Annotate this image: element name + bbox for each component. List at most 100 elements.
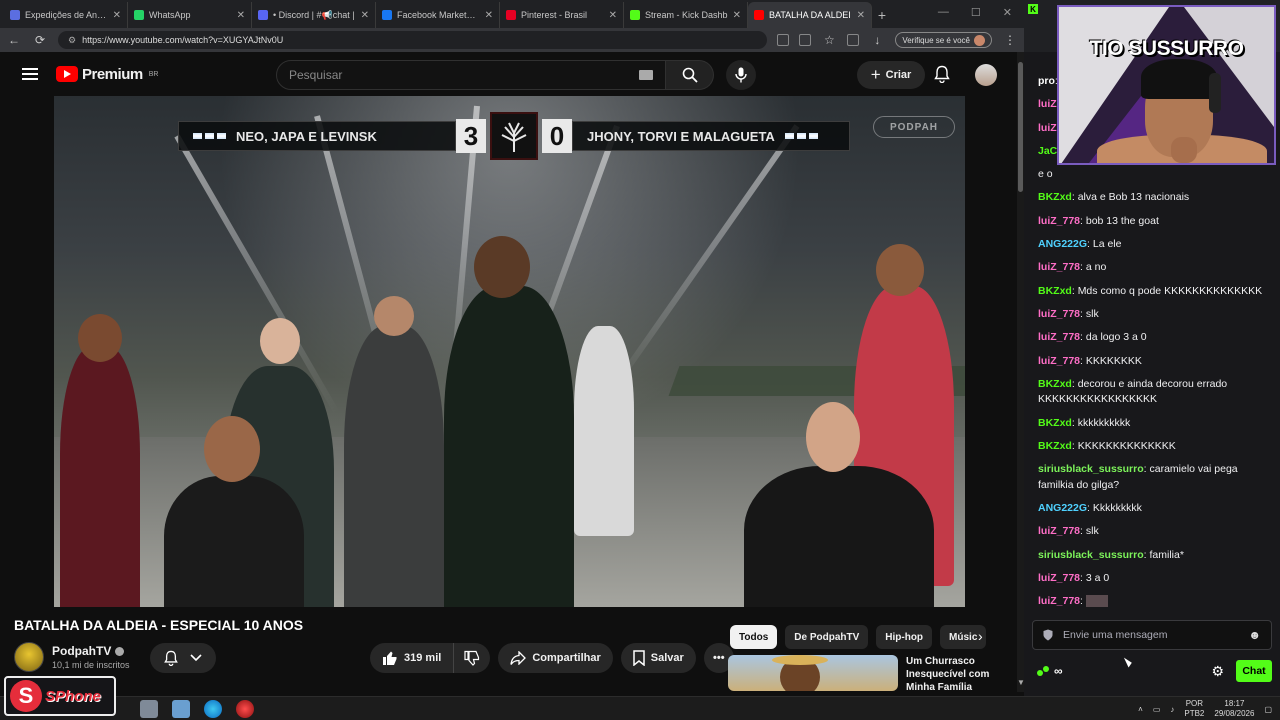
chat-username[interactable]: BKZxd — [1038, 378, 1072, 390]
taskbar-app-icon[interactable] — [236, 700, 254, 718]
browser-tab[interactable]: Facebook Marketplace | ✕ — [376, 2, 500, 28]
chat-username[interactable]: luiZ_778 — [1038, 572, 1080, 584]
chat-username[interactable]: pro — [1038, 75, 1055, 87]
chat-username[interactable]: luiZ_778 — [1038, 355, 1080, 367]
tab-close-icon[interactable]: ✕ — [237, 10, 245, 21]
language-indicator[interactable]: POR PTB2 — [1184, 699, 1204, 719]
chat-input[interactable]: Envie uma mensagem ☻ — [1032, 620, 1272, 650]
hide-icon[interactable] — [777, 34, 790, 46]
taskbar-edge-icon[interactable] — [204, 700, 222, 718]
chat-username[interactable]: siriusblack_sussurro — [1038, 463, 1144, 475]
chat-username[interactable]: luiZ — [1038, 122, 1057, 134]
browser-tab[interactable]: WhatsApp ✕ — [128, 2, 252, 28]
menu-icon[interactable] — [22, 68, 38, 80]
minimize-button[interactable]: — — [938, 6, 949, 19]
chat-username[interactable]: luiZ_778 — [1038, 525, 1080, 537]
maximize-button[interactable]: ☐ — [971, 6, 981, 19]
chat-username[interactable]: luiZ_778 — [1038, 261, 1080, 273]
thumbs-up-icon — [383, 651, 397, 665]
tray-network-icon[interactable]: ▭ — [1153, 705, 1161, 714]
tab-close-icon[interactable]: ✕ — [485, 10, 493, 21]
chat-username[interactable]: luiZ — [1038, 98, 1057, 110]
new-tab-button[interactable]: + — [872, 2, 892, 28]
plus-icon: + — [870, 65, 881, 84]
keyboard-icon[interactable] — [639, 70, 653, 80]
channel-info[interactable]: PodpahTV 10,1 mi de inscritos — [14, 642, 130, 672]
browser-tab[interactable]: Pinterest - Brasil ✕ — [500, 2, 624, 28]
chat-text: e o — [1038, 168, 1053, 181]
chat-username[interactable]: BKZxd — [1038, 191, 1072, 203]
channel-avatar[interactable] — [14, 642, 44, 672]
chat-username[interactable]: ANG222G — [1038, 238, 1087, 250]
browser-tab[interactable]: • Discord | #📢chat | ✕ — [252, 2, 376, 28]
points-icon[interactable] — [1036, 665, 1050, 677]
chat-username[interactable]: BKZxd — [1038, 417, 1072, 429]
chat-username[interactable]: luiZ_778 — [1038, 595, 1080, 607]
taskbar-app-icon[interactable] — [172, 700, 190, 718]
reload-button[interactable]: ⟳ — [32, 33, 48, 47]
system-tray: ˄ ▭ ♪ POR PTB2 18:17 29/08/2026 ▢ — [1138, 699, 1272, 719]
chat-username[interactable]: BKZxd — [1038, 285, 1072, 297]
tab-close-icon[interactable]: ✕ — [361, 10, 369, 21]
browser-tab[interactable]: BATALHA DA ALDEI ✕ — [748, 2, 872, 28]
thumbs-down-icon — [464, 650, 480, 666]
filter-chip[interactable]: Todos — [730, 625, 778, 649]
chat-username[interactable]: siriusblack_sussurro — [1038, 549, 1144, 561]
video-player[interactable]: NEO, JAPA E LEVINSK 3 0 JHONY, TORVI E M… — [54, 96, 965, 607]
chat-username[interactable]: luiZ_778 — [1038, 331, 1080, 343]
page-scrollbar[interactable] — [1017, 52, 1024, 692]
crowd-person-head — [260, 318, 300, 364]
chat-username[interactable]: luiZ_778 — [1038, 215, 1080, 227]
browser-tab[interactable]: Expedições de Anime | X ✕ — [4, 2, 128, 28]
chat-settings-gear-icon[interactable]: ⚙ — [1211, 663, 1224, 680]
tab-close-icon[interactable]: ✕ — [609, 10, 617, 21]
url-field[interactable]: ⚙ https://www.youtube.com/watch?v=XUGYAJ… — [58, 31, 768, 49]
back-button[interactable]: ← — [6, 33, 22, 47]
youtube-logo[interactable]: Premium BR — [56, 66, 158, 83]
account-avatar[interactable] — [975, 64, 997, 86]
browser-menu-icon[interactable]: ⋮ — [1002, 33, 1018, 47]
chat-username[interactable]: luiZ_778 — [1038, 308, 1080, 320]
filter-chip[interactable]: De PodpahTV — [785, 625, 869, 649]
scrollbar-thumb[interactable] — [1018, 62, 1023, 192]
bell-icon — [934, 65, 950, 84]
search-button[interactable] — [666, 60, 714, 90]
notification-center-icon[interactable]: ▢ — [1264, 705, 1272, 714]
like-button[interactable]: 319 mil — [370, 643, 455, 673]
search-input[interactable]: Pesquisar — [276, 60, 666, 90]
tray-chevron-up-icon[interactable]: ˄ — [1138, 705, 1143, 714]
chat-username[interactable]: ANG222G — [1038, 502, 1087, 514]
tab-close-icon[interactable]: ✕ — [113, 10, 121, 21]
bookmark-star-icon[interactable]: ☆ — [821, 33, 837, 47]
dislike-button[interactable] — [454, 643, 491, 673]
voice-search-button[interactable] — [726, 60, 756, 90]
share-button[interactable]: Compartilhar — [498, 643, 613, 673]
chat-username[interactable]: JaC — [1038, 145, 1057, 157]
save-button[interactable]: Salvar — [620, 643, 696, 673]
channel-name[interactable]: PodpahTV — [52, 644, 111, 658]
extensions-icon[interactable] — [847, 34, 860, 46]
chips-next-arrow-icon[interactable]: › — [978, 628, 983, 644]
taskbar-app-icon[interactable] — [140, 700, 158, 718]
emoji-icon[interactable]: ☻ — [1248, 628, 1261, 642]
chat-username[interactable]: BKZxd — [1038, 440, 1072, 452]
tab-close-icon[interactable]: ✕ — [733, 10, 741, 21]
site-info-icon[interactable]: ⚙ — [68, 35, 76, 46]
download-icon[interactable]: ↓ — [869, 33, 885, 47]
clock[interactable]: 18:17 29/08/2026 — [1214, 699, 1254, 719]
subscription-notification-button[interactable] — [150, 643, 216, 673]
chat-send-button[interactable]: Chat — [1236, 660, 1272, 682]
browser-tab[interactable]: Stream - Kick Dashb ✕ — [624, 2, 748, 28]
left-score: 3 — [456, 119, 486, 153]
tab-close-icon[interactable]: ✕ — [857, 10, 865, 21]
apps-icon[interactable] — [799, 34, 812, 46]
tray-volume-icon[interactable]: ♪ — [1170, 705, 1174, 714]
notifications-button[interactable] — [934, 65, 950, 88]
recommended-thumbnail[interactable] — [728, 655, 898, 691]
recommended-video[interactable]: Um Churrasco Inesquecível com Minha Famí… — [728, 655, 1018, 691]
recommended-title[interactable]: Um Churrasco Inesquecível com Minha Famí… — [906, 655, 1006, 691]
close-window-button[interactable]: ✕ — [1003, 6, 1012, 19]
verify-identity-button[interactable]: Verifique se é você — [895, 32, 992, 48]
create-button[interactable]: + Criar — [857, 61, 925, 89]
filter-chip[interactable]: Hip-hop — [876, 625, 933, 649]
